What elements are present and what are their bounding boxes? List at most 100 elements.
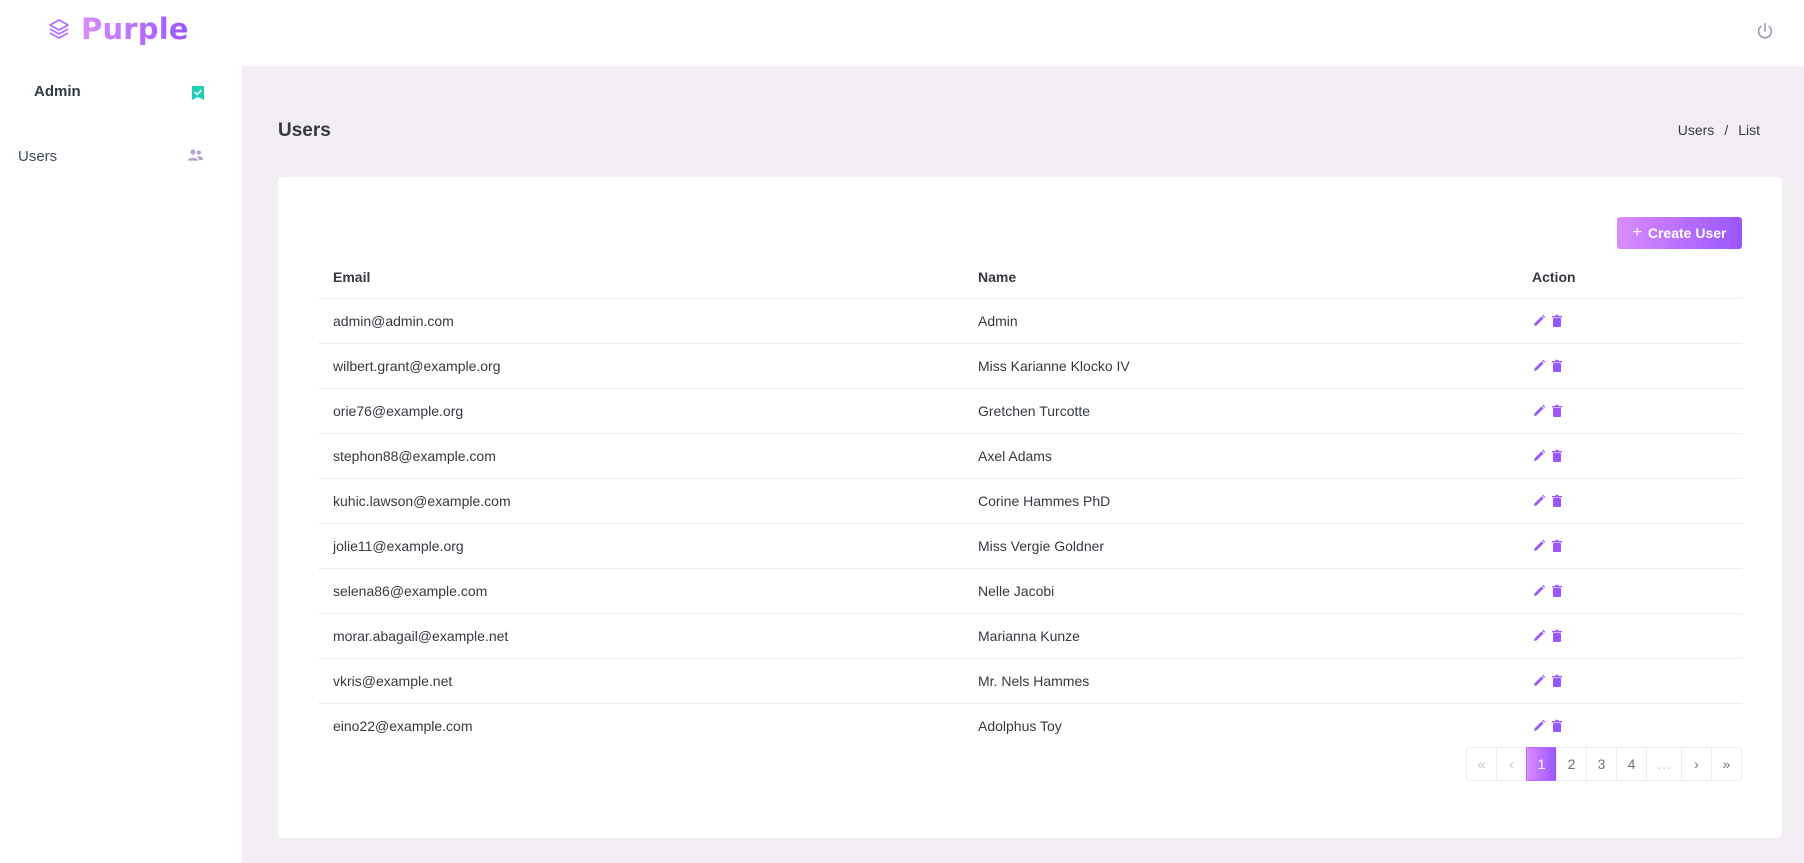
edit-pencil-icon[interactable] (1532, 584, 1546, 598)
cell-action (1517, 477, 1742, 523)
page-button-1[interactable]: 1 (1526, 747, 1557, 781)
edit-pencil-icon[interactable] (1532, 449, 1546, 463)
edit-pencil-icon[interactable] (1532, 404, 1546, 418)
delete-trash-icon[interactable] (1550, 449, 1564, 463)
page-button-2[interactable]: 2 (1556, 747, 1587, 781)
users-table: Email Name Action admin@admin.com Admin wi… (318, 256, 1742, 748)
sidebar: Admin Users (0, 66, 242, 863)
cell-name: Admin (963, 297, 1517, 343)
row-actions (1532, 404, 1742, 418)
table-row: orie76@example.org Gretchen Turcotte (318, 387, 1742, 433)
users-icon (187, 149, 204, 161)
profile-name: Admin (34, 83, 81, 100)
table-row: kuhic.lawson@example.com Corine Hammes Ph… (318, 477, 1742, 523)
brand-logo[interactable]: Purple (47, 12, 189, 46)
breadcrumb-item-users[interactable]: Users (1678, 122, 1715, 138)
cell-name: Corine Hammes PhD (963, 477, 1517, 523)
delete-trash-icon[interactable] (1550, 674, 1564, 688)
cell-email: orie76@example.org (318, 387, 963, 433)
cell-email: admin@admin.com (318, 297, 963, 343)
cell-action (1517, 567, 1742, 613)
edit-pencil-icon[interactable] (1532, 719, 1546, 733)
cell-email: morar.abagail@example.net (318, 612, 963, 658)
cell-email: eino22@example.com (318, 702, 963, 748)
table-row: stephon88@example.com Axel Adams (318, 432, 1742, 478)
cell-action (1517, 297, 1742, 343)
cell-name: Gretchen Turcotte (963, 387, 1517, 433)
row-actions (1532, 359, 1742, 373)
table-row: admin@admin.com Admin (318, 297, 1742, 343)
column-header-action: Action (1532, 268, 1576, 285)
users-card: + Create User Email Name Action admin@ad… (278, 177, 1782, 838)
delete-trash-icon[interactable] (1550, 494, 1564, 508)
edit-pencil-icon[interactable] (1532, 539, 1546, 553)
row-actions (1532, 539, 1742, 553)
row-actions (1532, 674, 1742, 688)
breadcrumb-item-list: List (1738, 122, 1760, 138)
cell-action (1517, 342, 1742, 388)
cell-action (1517, 657, 1742, 703)
cell-email: selena86@example.com (318, 567, 963, 613)
row-actions (1532, 494, 1742, 508)
page-prev-button[interactable]: ‹ (1496, 747, 1527, 781)
bookmark-check-icon (192, 86, 204, 100)
edit-pencil-icon[interactable] (1532, 359, 1546, 373)
page-first-button[interactable]: « (1466, 747, 1497, 781)
page-last-button[interactable]: » (1711, 747, 1742, 781)
table-row: wilbert.grant@example.org Miss Karianne K… (318, 342, 1742, 388)
delete-trash-icon[interactable] (1550, 584, 1564, 598)
plus-icon: + (1632, 224, 1642, 241)
page-button-4[interactable]: 4 (1616, 747, 1647, 781)
breadcrumb-separator: / (1724, 122, 1729, 138)
page-button-3[interactable]: 3 (1586, 747, 1617, 781)
page-title: Users (278, 120, 331, 141)
table-row: vkris@example.net Mr. Nels Hammes (318, 657, 1742, 703)
cell-action (1517, 387, 1742, 433)
cell-action (1517, 612, 1742, 658)
page-next-button[interactable]: › (1681, 747, 1712, 781)
sidebar-profile[interactable]: Admin (34, 83, 214, 113)
table-row: jolie11@example.org Miss Vergie Goldner (318, 522, 1742, 568)
row-actions (1532, 314, 1742, 328)
edit-pencil-icon[interactable] (1532, 314, 1546, 328)
delete-trash-icon[interactable] (1550, 629, 1564, 643)
cell-name: Mr. Nels Hammes (963, 657, 1517, 703)
cell-email: jolie11@example.org (318, 522, 963, 568)
top-navbar: Purple (0, 0, 1804, 66)
delete-trash-icon[interactable] (1550, 359, 1564, 373)
brand-name: Purple (81, 12, 189, 46)
table-header-row: Email Name Action (318, 256, 1742, 298)
row-actions (1532, 719, 1742, 733)
edit-pencil-icon[interactable] (1532, 674, 1546, 688)
delete-trash-icon[interactable] (1550, 539, 1564, 553)
power-icon[interactable] (1754, 20, 1776, 42)
layers-icon (49, 19, 69, 39)
create-user-label: Create User (1647, 225, 1727, 241)
row-actions (1532, 629, 1742, 643)
delete-trash-icon[interactable] (1550, 314, 1564, 328)
delete-trash-icon[interactable] (1550, 404, 1564, 418)
cell-name: Marianna Kunze (963, 612, 1517, 658)
cell-email: vkris@example.net (318, 657, 963, 703)
table-body: admin@admin.com Admin wilbert.grant@exampl… (318, 297, 1742, 748)
delete-trash-icon[interactable] (1550, 719, 1564, 733)
column-header-name: Name (978, 268, 1017, 285)
pagination: « ‹ 1 2 3 4 … › » (1466, 747, 1742, 781)
cell-name: Miss Karianne Klocko IV (963, 342, 1517, 388)
sidebar-item-label: Users (18, 147, 58, 165)
row-actions (1532, 584, 1742, 598)
table-row: eino22@example.com Adolphus Toy (318, 702, 1742, 748)
cell-action (1517, 522, 1742, 568)
cell-name: Nelle Jacobi (963, 567, 1517, 613)
breadcrumb: Users / List (1678, 122, 1760, 138)
row-actions (1532, 449, 1742, 463)
edit-pencil-icon[interactable] (1532, 494, 1546, 508)
sidebar-item-users[interactable]: Users (18, 144, 208, 168)
create-user-button[interactable]: + Create User (1617, 217, 1742, 249)
table-row: morar.abagail@example.net Marianna Kunze (318, 612, 1742, 658)
cell-name: Axel Adams (963, 432, 1517, 478)
edit-pencil-icon[interactable] (1532, 629, 1546, 643)
cell-action (1517, 432, 1742, 478)
cell-email: stephon88@example.com (318, 432, 963, 478)
cell-action (1517, 702, 1742, 748)
